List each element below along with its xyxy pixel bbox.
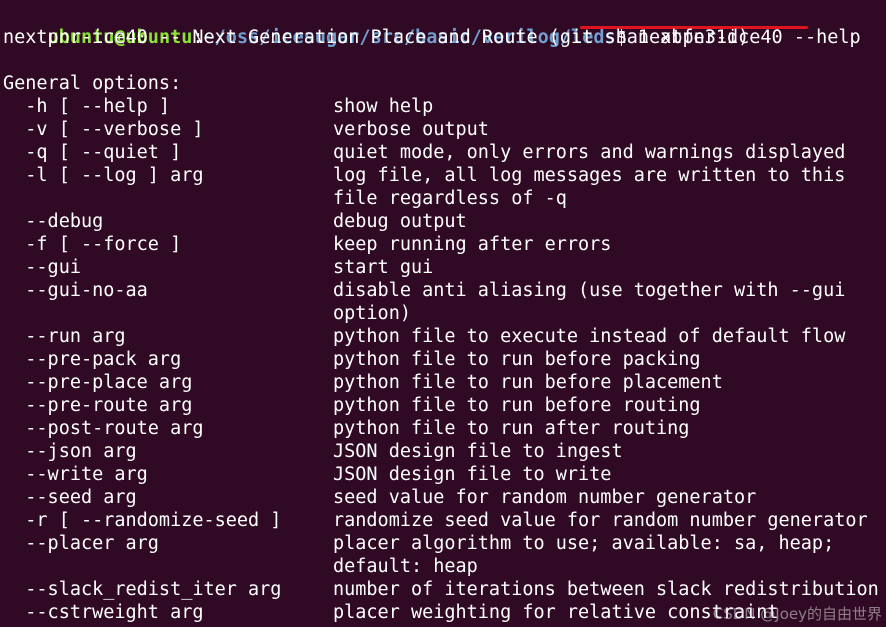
option-row: --seed arg seed value for random number g…: [0, 486, 886, 509]
banner-line: nextpnr-ice40 -- Next Generation Place a…: [3, 27, 750, 48]
option-row: file regardless of -q: [0, 187, 886, 210]
option-flag: --pre-pack arg: [3, 349, 182, 370]
option-flag: -h [ --help ]: [3, 96, 171, 117]
option-row: --run arg python file to execute instead …: [0, 325, 886, 348]
watermark: CSDN @Joey的自由世界: [712, 605, 882, 623]
option-description: python file to execute instead of defaul…: [333, 326, 846, 347]
option-row: -q [ --quiet ] quiet mode, only errors an…: [0, 141, 886, 164]
option-flag: --slack_redist_iter arg: [3, 579, 282, 600]
option-description: python file to run before routing: [333, 395, 701, 416]
option-row: --post-route arg python file to run after…: [0, 417, 886, 440]
option-row: -r [ --randomize-seed ] randomize seed va…: [0, 509, 886, 532]
option-description: JSON design file to ingest: [333, 441, 623, 462]
option-description: randomize seed value for random number g…: [333, 510, 868, 531]
option-flag: --pre-route arg: [3, 395, 193, 416]
option-flag: --pre-place arg: [3, 372, 193, 393]
option-description: verbose output: [333, 119, 489, 140]
option-flag: --gui: [3, 257, 81, 278]
option-row: -v [ --verbose ] verbose output: [0, 118, 886, 141]
option-flag: --debug: [3, 211, 104, 232]
option-flag: --json arg: [3, 441, 137, 462]
option-flag: --cstrweight arg: [3, 602, 204, 623]
option-description: show help: [333, 96, 434, 117]
option-description: number of iterations between slack redis…: [333, 579, 879, 600]
option-row: --json arg JSON design file to ingest: [0, 440, 886, 463]
option-flag: --gui-no-aa: [3, 280, 148, 301]
option-flag: -v [ --verbose ]: [3, 119, 204, 140]
option-description: default: heap: [333, 556, 478, 577]
option-row: --pre-place arg python file to run before…: [0, 371, 886, 394]
option-flag: -r [ --randomize-seed ]: [3, 510, 282, 531]
option-description: disable anti aliasing (use together with…: [333, 280, 846, 301]
option-row: -l [ --log ] arg log file, all log messag…: [0, 164, 886, 187]
option-description: seed value for random number generator: [333, 487, 757, 508]
option-row: -h [ --help ] show help: [0, 95, 886, 118]
option-row: default: heap: [0, 555, 886, 578]
prompt-line: ubuntu@ubuntu:~/oss/icesugar/src/basic/v…: [3, 3, 861, 48]
option-row: --placer arg placer algorithm to use; ava…: [0, 532, 886, 555]
option-description: start gui: [333, 257, 434, 278]
option-description: python file to run after routing: [333, 418, 690, 439]
option-description: placer algorithm to use; available: sa, …: [333, 533, 835, 554]
option-description: python file to run before placement: [333, 372, 723, 393]
option-description: file regardless of -q: [333, 188, 567, 209]
option-flag: --write arg: [3, 464, 148, 485]
option-row: -f [ --force ] keep running after errors: [0, 233, 886, 256]
option-flag: -f [ --force ]: [3, 234, 182, 255]
option-description: JSON design file to write: [333, 464, 612, 485]
option-row: --slack_redist_iter arg number of iterati…: [0, 578, 886, 601]
option-description: placer weighting for relative constraint: [333, 602, 779, 623]
section-header: General options:: [3, 73, 182, 94]
option-row: --gui start gui: [0, 256, 886, 279]
option-row: --debug debug output: [0, 210, 886, 233]
option-flag: --seed arg: [3, 487, 137, 508]
option-description: debug output: [333, 211, 467, 232]
option-description: python file to run before packing: [333, 349, 701, 370]
option-flag: --placer arg: [3, 533, 159, 554]
option-flag: --post-route arg: [3, 418, 204, 439]
option-description: quiet mode, only errors and warnings dis…: [333, 142, 846, 163]
option-row: --write arg JSON design file to write: [0, 463, 886, 486]
option-row: --pre-pack arg python file to run before …: [0, 348, 886, 371]
option-description: keep running after errors: [333, 234, 612, 255]
option-flag: --run arg: [3, 326, 126, 347]
option-description: log file, all log messages are written t…: [333, 165, 846, 186]
option-row: option): [0, 302, 886, 325]
option-flag: -q [ --quiet ]: [3, 142, 182, 163]
option-row: --gui-no-aa disable anti aliasing (use to…: [0, 279, 886, 302]
terminal-window[interactable]: ubuntu@ubuntu:~/oss/icesugar/src/basic/v…: [0, 0, 886, 627]
option-row: --pre-route arg python file to run before…: [0, 394, 886, 417]
option-description: option): [333, 303, 411, 324]
option-flag: -l [ --log ] arg: [3, 165, 204, 186]
